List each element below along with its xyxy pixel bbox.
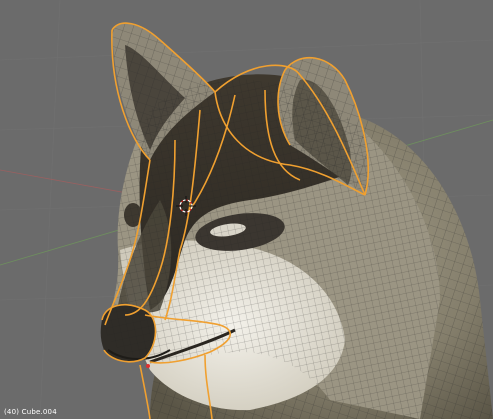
status-frame: (40) [4,408,20,416]
status-object-name: Cube.004 [21,408,57,416]
viewport-status-text: (40) Cube.004 [4,408,57,416]
3d-viewport[interactable]: (40) Cube.004 [0,0,493,419]
viewport-scene[interactable] [0,0,493,419]
